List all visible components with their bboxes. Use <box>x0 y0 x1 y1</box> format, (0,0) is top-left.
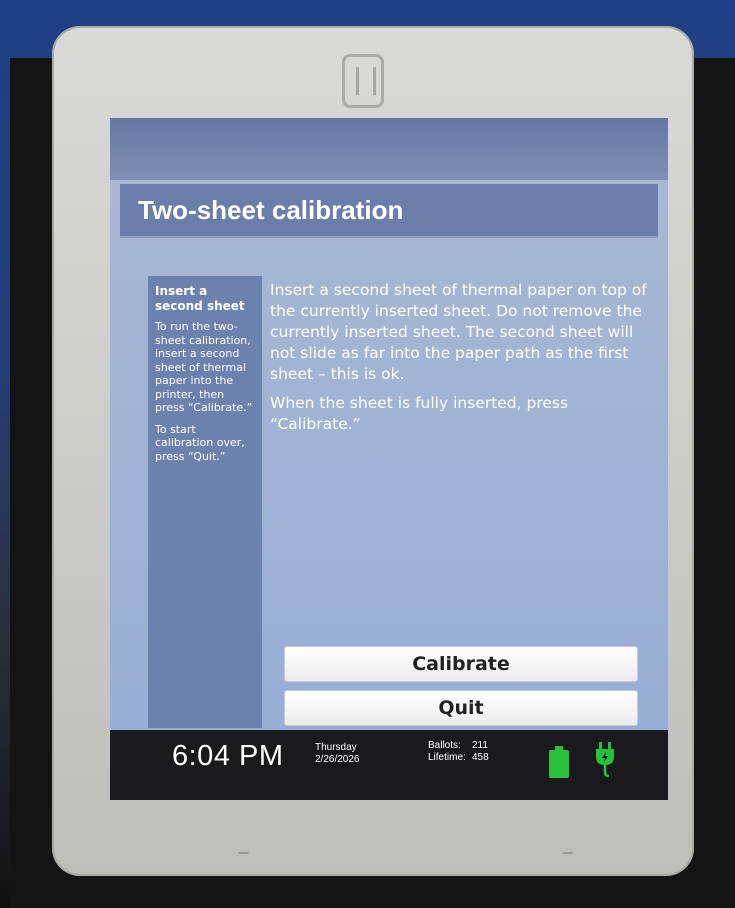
calibrate-button[interactable]: Calibrate <box>284 646 638 682</box>
page-title: Two-sheet calibration <box>138 194 404 225</box>
quit-button[interactable]: Quit <box>284 690 638 726</box>
sidebar-heading: Insert a second sheet <box>155 284 245 313</box>
clock-time: 6:04 PM <box>172 740 284 772</box>
date-label: 2/26/2026 <box>315 754 360 765</box>
lifetime-label: Lifetime: <box>428 752 466 763</box>
instruction-paragraph: Insert a second sheet of thermal paper o… <box>270 281 647 383</box>
ballot-counts: Ballots: 211 Lifetime: 458 <box>428 740 516 764</box>
screen-top-band <box>110 118 668 180</box>
case-logo-icon <box>342 54 384 108</box>
ballots-label: Ballots: <box>428 740 461 751</box>
instruction-paragraph: When the sheet is fully inserted, press … <box>270 394 569 433</box>
day-label: Thursday <box>315 742 357 753</box>
sidebar-paragraph: To run the two-sheet calibration, insert… <box>155 320 253 414</box>
power-plug-icon <box>596 742 614 778</box>
status-bar: 6:04 PM Thursday 2/26/2026 Ballots: 211 L… <box>110 730 668 800</box>
main-instructions: Insert a second sheet of thermal paper o… <box>270 280 650 443</box>
device-screen: Two-sheet calibration Insert a second sh… <box>110 118 668 800</box>
battery-icon <box>549 746 569 778</box>
case-foot-mark <box>238 844 252 854</box>
case-foot-mark <box>562 844 576 854</box>
sidebar-paragraph: To start calibration over, press “Quit.” <box>155 422 245 463</box>
date-display: Thursday 2/26/2026 <box>315 742 360 766</box>
instructions-sidebar: Insert a second sheet To run the two-she… <box>148 276 262 728</box>
title-bar: Two-sheet calibration <box>120 184 658 236</box>
ballots-value: 211 <box>472 740 488 751</box>
lifetime-value: 458 <box>472 752 489 763</box>
